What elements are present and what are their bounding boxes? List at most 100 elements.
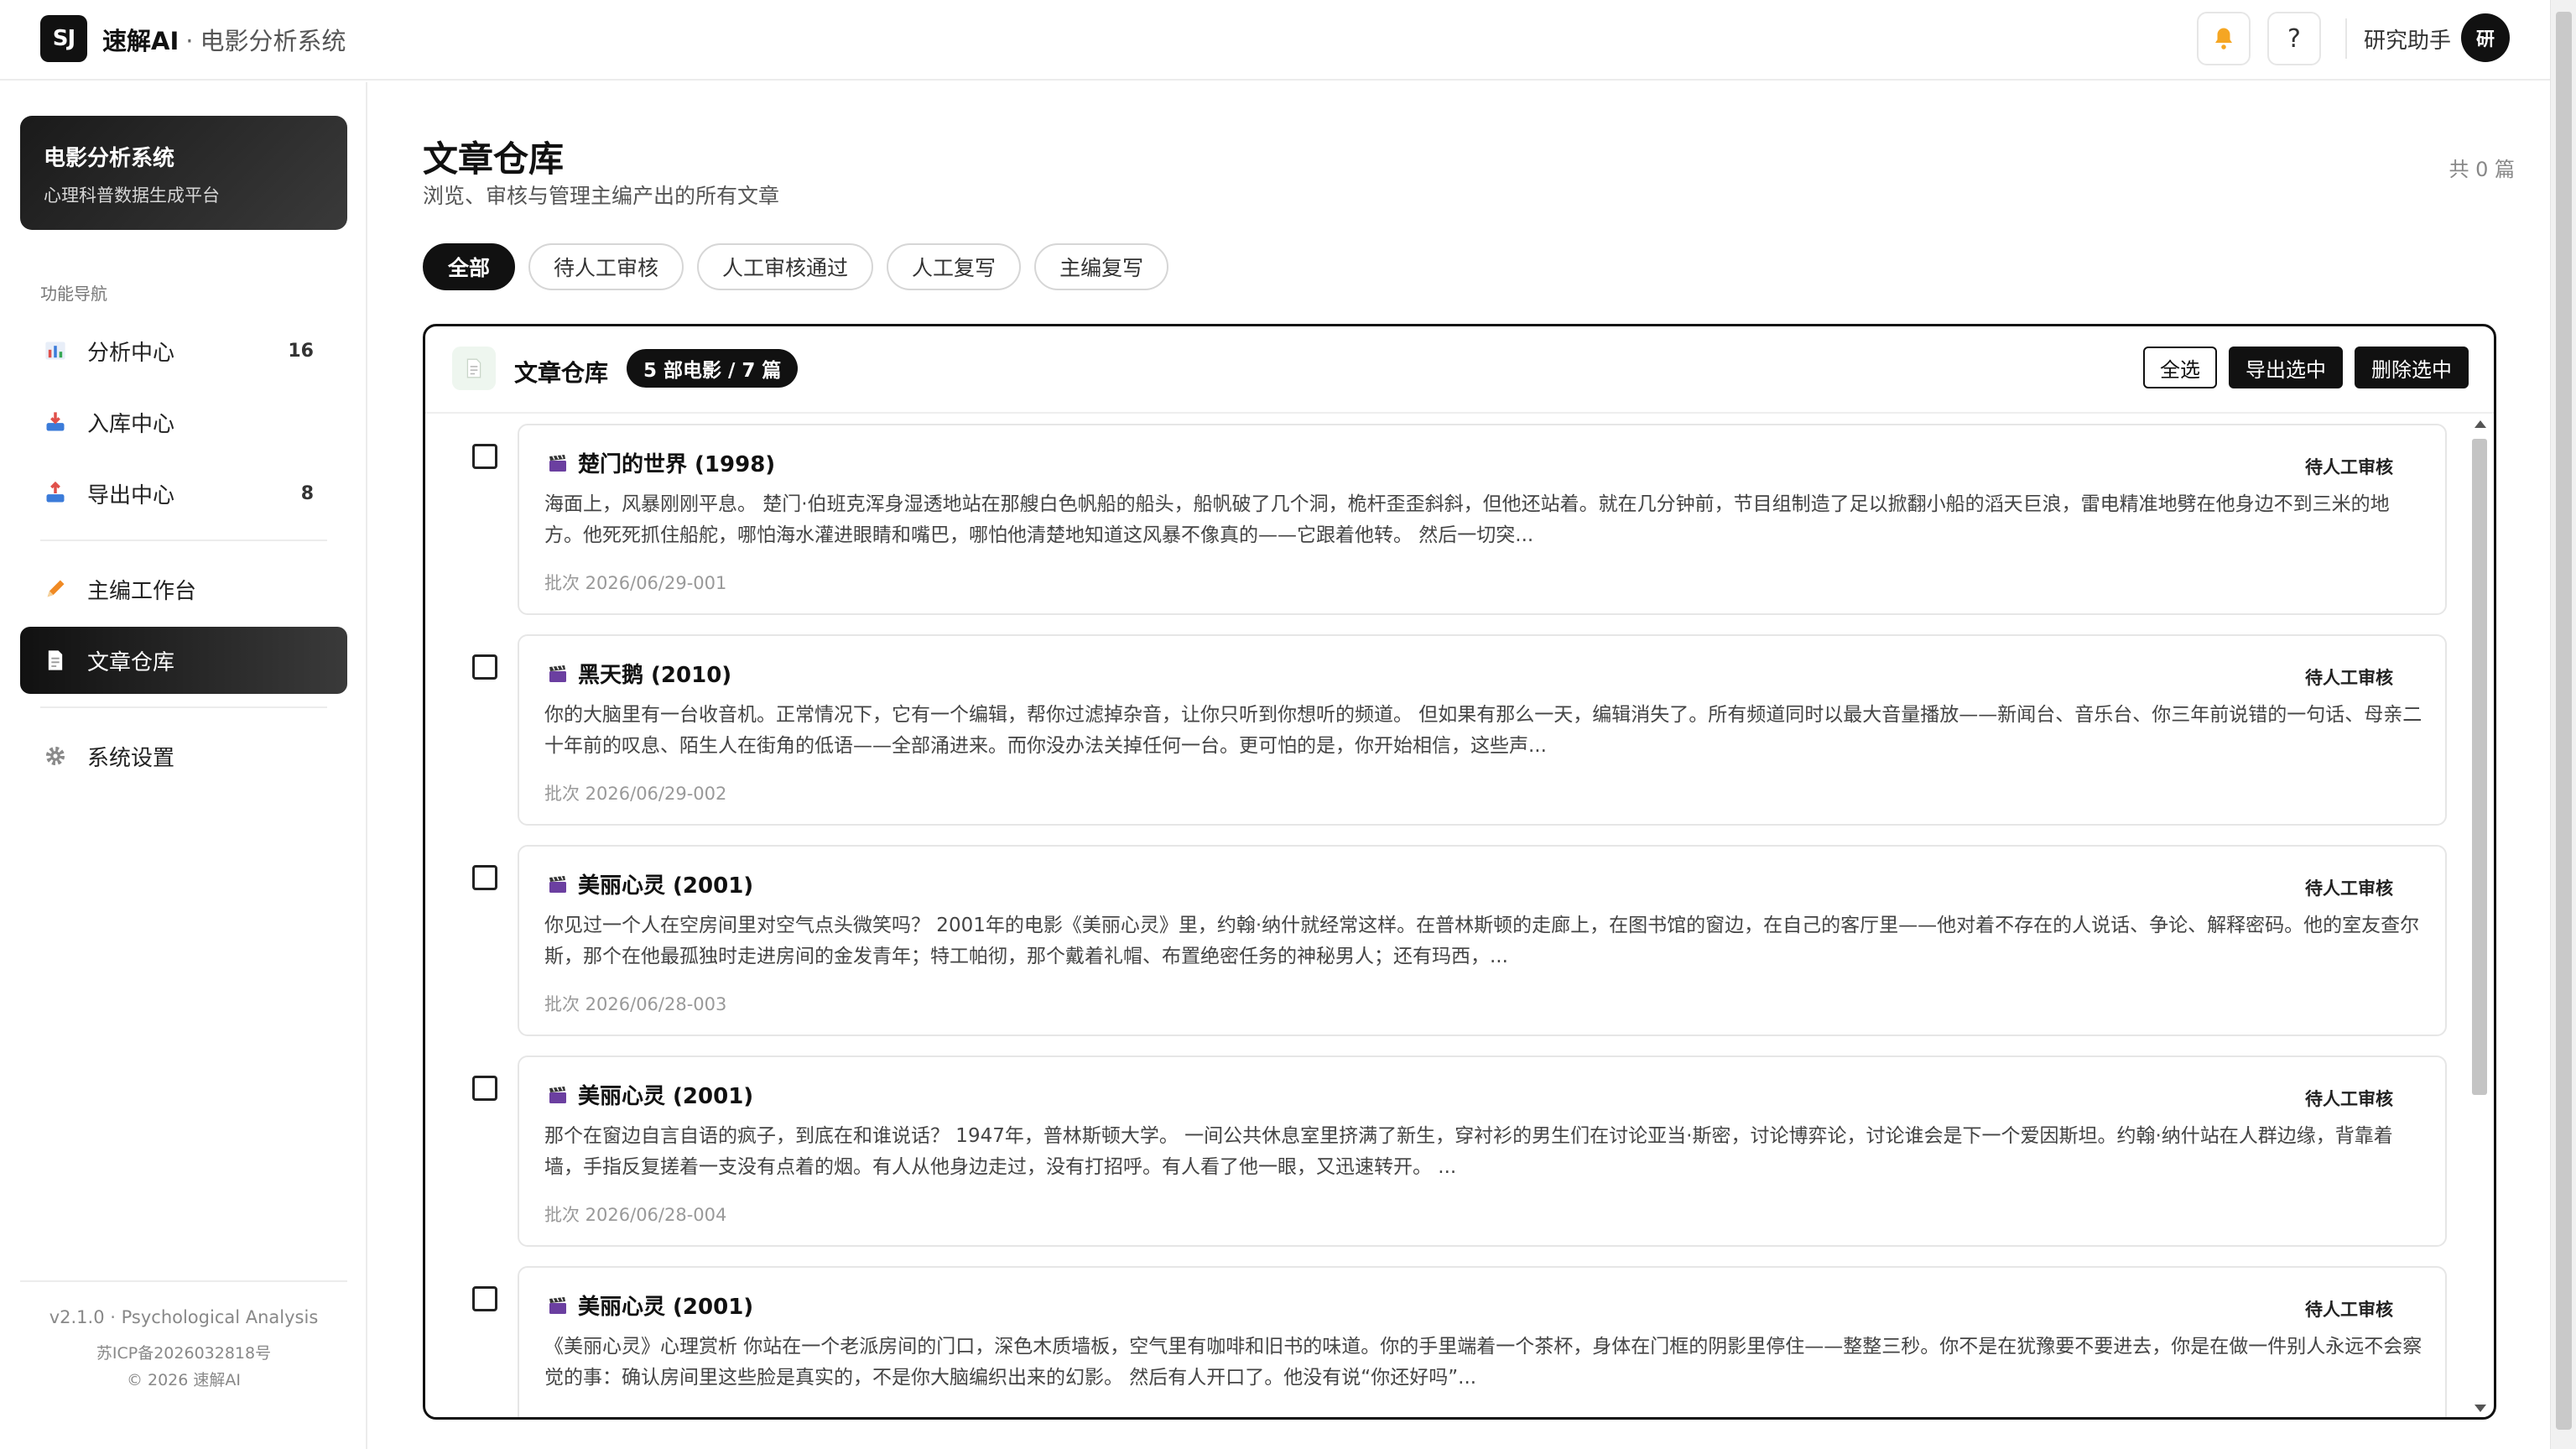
- article-batch: 批次 2026/06/29-002: [544, 784, 727, 804]
- list-item: 楚门的世界 (1998) 待人工审核 海面上，风暴刚刚平息。 楚门·伯班克浑身湿…: [425, 424, 2464, 634]
- export-icon: [42, 480, 69, 507]
- panel-actions: 全选 导出选中 删除选中: [2143, 347, 2469, 388]
- list-item: 美丽心灵 (2001) 待人工审核 你见过一个人在空房间里对空气点头微笑吗？ 2…: [425, 845, 2464, 1055]
- list-item: 美丽心灵 (2001) 待人工审核 《美丽心灵》心理赏析 你站在一个老派房间的门…: [425, 1266, 2464, 1417]
- avatar[interactable]: 研: [2461, 13, 2510, 62]
- delete-selected-button[interactable]: 删除选中: [2355, 347, 2469, 388]
- sidebar-item-export[interactable]: 导出中心 8: [20, 460, 347, 527]
- document-icon: [452, 347, 496, 390]
- status-badge: 待人工审核: [2305, 457, 2393, 477]
- article-card[interactable]: 黑天鹅 (2010) 待人工审核 你的大脑里有一台收音机。正常情况下，它有一个编…: [518, 634, 2447, 826]
- main-content: 文章仓库 浏览、审核与管理主编产出的所有文章 共 0 篇 全部 待人工审核 人工…: [369, 82, 2550, 1449]
- article-batch: 批次 2026/06/29-001: [544, 573, 727, 593]
- article-checkbox[interactable]: [472, 444, 497, 469]
- tab-pending-review[interactable]: 待人工审核: [528, 243, 684, 290]
- article-batch: 批次 2026/06/28-004: [544, 1205, 727, 1225]
- scroll-up-arrow-icon[interactable]: [2475, 420, 2486, 428]
- tab-review-approved[interactable]: 人工审核通过: [697, 243, 874, 290]
- list-scrollbar-thumb[interactable]: [2472, 439, 2487, 1095]
- article-title: 美丽心灵 (2001): [548, 1079, 753, 1110]
- article-title-text: 黑天鹅 (2010): [578, 663, 732, 688]
- select-all-button[interactable]: 全选: [2143, 347, 2217, 388]
- inbox-icon: [42, 409, 69, 435]
- system-card: 电影分析系统 心理科普数据生成平台: [20, 116, 347, 230]
- article-card[interactable]: 美丽心灵 (2001) 待人工审核 那个在窗边自言自语的疯子，到底在和谁说话？ …: [518, 1055, 2447, 1247]
- tab-editor-rewrite[interactable]: 主编复写: [1034, 243, 1169, 290]
- system-card-title: 电影分析系统: [44, 146, 175, 171]
- sidebar-item-label: 入库中心: [87, 411, 175, 437]
- nav-divider: [40, 539, 327, 541]
- clapperboard-icon: [549, 454, 566, 472]
- footer-divider: [20, 1280, 347, 1282]
- article-title-text: 美丽心灵 (2001): [578, 1295, 754, 1320]
- notification-button[interactable]: [2197, 12, 2251, 65]
- tab-all[interactable]: 全部: [423, 243, 516, 290]
- page-scrollbar[interactable]: [2550, 0, 2576, 1449]
- sidebar-item-articles[interactable]: 文章仓库: [20, 627, 347, 694]
- panel-title: 文章仓库: [514, 359, 609, 387]
- sidebar-item-label: 导出中心: [87, 482, 175, 508]
- icp-text[interactable]: 苏ICP备2026032818号: [0, 1341, 367, 1363]
- article-card[interactable]: 楚门的世界 (1998) 待人工审核 海面上，风暴刚刚平息。 楚门·伯班克浑身湿…: [518, 424, 2447, 615]
- gear-icon: [42, 743, 69, 769]
- article-batch: 批次 2026/06/28-003: [544, 994, 727, 1014]
- article-excerpt: 《美丽心灵》心理赏析 你站在一个老派房间的门口，深色木质墙板，空气里有咖啡和旧书…: [544, 1336, 2422, 1389]
- article-title: 美丽心灵 (2001): [548, 868, 753, 899]
- sidebar-item-badge: 16: [288, 340, 314, 362]
- article-checkbox[interactable]: [472, 865, 497, 890]
- brand-name: 速解AI: [102, 27, 180, 55]
- document-icon: [42, 647, 69, 674]
- panel-count-badge: 5 部电影 / 7 篇: [627, 349, 799, 388]
- tab-manual-rewrite[interactable]: 人工复写: [887, 243, 1022, 290]
- header-divider: [2345, 18, 2347, 59]
- article-excerpt: 海面上，风暴刚刚平息。 楚门·伯班克浑身湿透地站在那艘白色帆船的船头，船帆破了几…: [544, 493, 2390, 546]
- sidebar-item-editor[interactable]: 主编工作台: [20, 555, 347, 623]
- sidebar-item-analysis[interactable]: 分析中心 16: [20, 317, 347, 384]
- article-card[interactable]: 美丽心灵 (2001) 待人工审核 你见过一个人在空房间里对空气点头微笑吗？ 2…: [518, 845, 2447, 1036]
- article-title-text: 楚门的世界 (1998): [578, 452, 776, 477]
- clapperboard-icon: [549, 1296, 566, 1314]
- article-list: 楚门的世界 (1998) 待人工审核 海面上，风暴刚刚平息。 楚门·伯班克浑身湿…: [425, 415, 2464, 1417]
- clapperboard-icon: [549, 1086, 566, 1103]
- user-name[interactable]: 研究助手: [2364, 23, 2451, 55]
- version-text: v2.1.0 · Psychological Analysis: [49, 1307, 319, 1327]
- help-button[interactable]: ?: [2267, 12, 2321, 65]
- sidebar-item-label: 文章仓库: [87, 649, 175, 675]
- brand-separator: ·: [185, 27, 194, 55]
- sidebar-item-label: 分析中心: [87, 340, 175, 366]
- app-logo[interactable]: SJ: [40, 15, 87, 62]
- article-excerpt: 你的大脑里有一台收音机。正常情况下，它有一个编辑，帮你过滤掉杂音，让你只听到你想…: [544, 704, 2422, 757]
- article-excerpt: 你见过一个人在空房间里对空气点头微笑吗？ 2001年的电影《美丽心灵》里，约翰·…: [544, 915, 2420, 967]
- system-card-subtitle: 心理科普数据生成平台: [44, 185, 220, 206]
- article-checkbox[interactable]: [472, 654, 497, 680]
- sidebar-item-badge: 8: [300, 482, 314, 504]
- status-badge: 待人工审核: [2305, 1089, 2393, 1109]
- clapperboard-icon: [549, 665, 566, 682]
- scroll-down-arrow-icon[interactable]: [2475, 1405, 2486, 1412]
- article-title-text: 美丽心灵 (2001): [578, 1084, 754, 1109]
- pencil-icon: [42, 576, 69, 602]
- sidebar-item-label: 系统设置: [87, 745, 175, 771]
- clapperboard-icon: [549, 875, 566, 893]
- top-bar: SJ 速解AI · 电影分析系统 ? 研究助手 研: [0, 0, 2550, 81]
- bar-chart-icon: [42, 337, 69, 364]
- article-checkbox[interactable]: [472, 1286, 497, 1311]
- article-card[interactable]: 美丽心灵 (2001) 待人工审核 《美丽心灵》心理赏析 你站在一个老派房间的门…: [518, 1266, 2447, 1417]
- export-selected-button[interactable]: 导出选中: [2229, 347, 2343, 388]
- copyright-text: © 2026 速解AI: [126, 1371, 242, 1389]
- nav-divider: [40, 706, 327, 708]
- article-checkbox[interactable]: [472, 1076, 497, 1101]
- page-subtitle: 浏览、审核与管理主编产出的所有文章: [423, 184, 780, 208]
- list-item: 黑天鹅 (2010) 待人工审核 你的大脑里有一台收音机。正常情况下，它有一个编…: [425, 634, 2464, 845]
- article-title-text: 美丽心灵 (2001): [578, 873, 754, 899]
- filter-tabs: 全部 待人工审核 人工审核通过 人工复写 主编复写: [423, 243, 1169, 290]
- sidebar-item-import[interactable]: 入库中心: [20, 388, 347, 456]
- panel-header: 文章仓库 5 部电影 / 7 篇 全选 导出选中 删除选中: [425, 326, 2494, 414]
- status-badge: 待人工审核: [2305, 1300, 2393, 1320]
- brand: 速解AI · 电影分析系统: [102, 22, 346, 57]
- list-scrollbar[interactable]: [2467, 417, 2490, 1415]
- article-title: 黑天鹅 (2010): [548, 658, 731, 689]
- total-count: 共 0 篇: [2449, 158, 2515, 181]
- page-scrollbar-thumb[interactable]: [2556, 12, 2572, 1430]
- sidebar-item-settings[interactable]: 系统设置: [20, 722, 347, 790]
